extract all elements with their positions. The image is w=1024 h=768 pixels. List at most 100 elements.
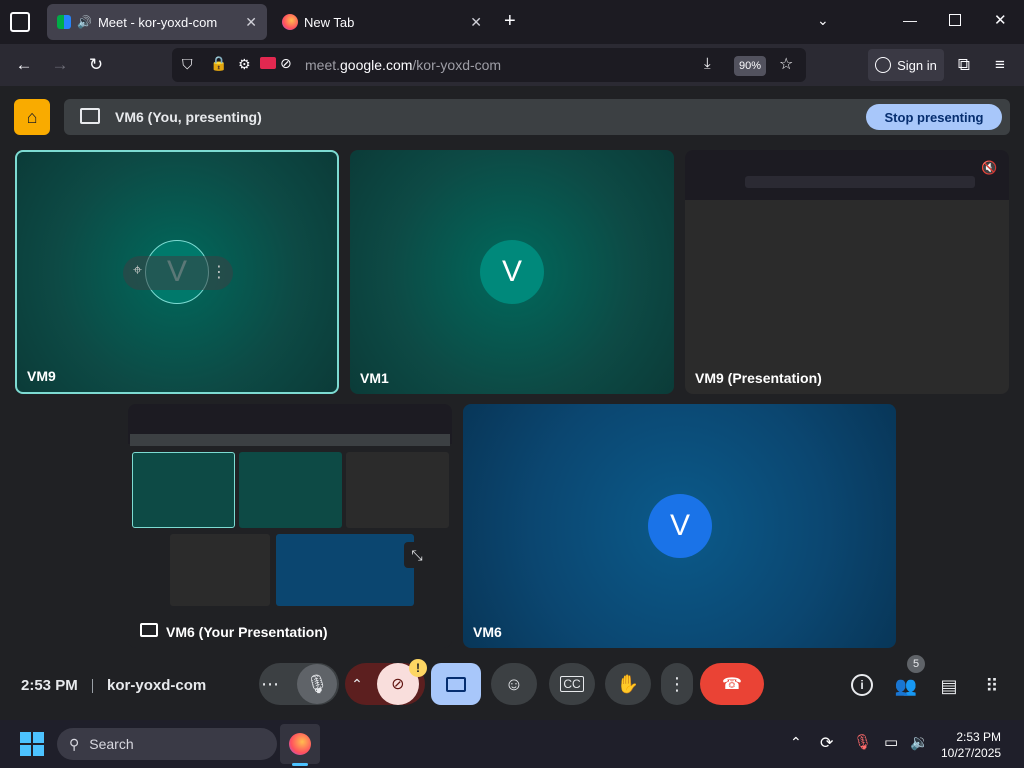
meet-logo-icon: ⌂ <box>14 99 50 135</box>
system-clock[interactable]: 2:53 PM 10/27/2025 <box>941 729 1001 761</box>
present-screen-icon <box>446 676 466 692</box>
search-icon: ⚲ <box>69 735 80 752</box>
thumb-tile <box>132 452 235 528</box>
mic-icon[interactable]: 🎙 <box>297 664 337 704</box>
tray-chevron-up-icon[interactable]: ⌃ <box>790 734 802 751</box>
shield-icon[interactable]: ⛉ <box>182 56 193 73</box>
close-window-icon[interactable]: ✕ <box>994 11 1007 29</box>
expand-icon[interactable]: ⤡ <box>404 542 430 568</box>
taskbar: ⚲ Search ⌃ ⟳ 🎙 ▭ 🔉 2:53 PM 10/27/2025 <box>0 720 1024 768</box>
reload-icon[interactable]: ↻ <box>82 52 110 78</box>
meet-favicon <box>57 15 71 29</box>
thumb-tile <box>170 534 270 606</box>
tile-name: VM6 (Your Presentation) <box>166 624 328 640</box>
end-call-icon: ☎ <box>722 676 742 693</box>
save-page-icon[interactable]: ⤓ <box>704 55 711 72</box>
hand-icon: ✋ <box>616 673 640 694</box>
emoji-icon: ☺ <box>504 673 524 694</box>
firefox-icon <box>282 14 298 30</box>
presentation-thumbnail-bar <box>745 176 975 188</box>
activities-icon[interactable]: ⠿ <box>980 674 1004 698</box>
presenting-text: VM6 (You, presenting) <box>115 109 262 125</box>
mic-blocked-icon[interactable]: ⊘ <box>280 55 292 72</box>
tile-name: VM6 <box>473 624 502 640</box>
tab-meet[interactable]: 🔊 Meet - kor-yoxd-com ✕ <box>47 4 267 40</box>
chevron-up-icon[interactable]: ⌃ <box>351 676 363 693</box>
presentation-tile-vm6[interactable]: ⤡ VM6 (Your Presentation) <box>128 404 452 648</box>
more-options-icon[interactable]: ⋮ <box>211 262 227 282</box>
active-app-indicator <box>292 763 308 766</box>
avatar: V <box>480 240 544 304</box>
thumb-bar <box>130 434 450 446</box>
tab-list-icon[interactable] <box>10 12 30 32</box>
meeting-info-text: 2:53 PM kor-yoxd-com <box>21 677 207 694</box>
participant-count-badge: 5 <box>907 655 925 673</box>
account-icon <box>875 57 892 73</box>
stop-presenting-button[interactable]: Stop presenting <box>866 104 1002 130</box>
bookmark-star-icon[interactable]: ☆ <box>779 54 793 74</box>
more-audio-icon[interactable]: ⋯ <box>261 674 279 695</box>
thumb-tile <box>346 452 449 528</box>
lock-icon[interactable]: 🔒 <box>210 55 227 72</box>
meet-app: ⌂ VM6 (You, presenting) Stop presenting … <box>0 86 1024 720</box>
tile-name: VM9 <box>27 368 56 384</box>
minimize-icon[interactable]: — <box>903 12 917 28</box>
nav-bar: ← → ↻ ⛉ 🔒 ⚙ ⊘ meet.google.com/kor-yoxd-c… <box>0 44 1024 86</box>
network-icon[interactable]: ▭ <box>884 733 898 751</box>
url-text[interactable]: meet.google.com/kor-yoxd-com <box>305 57 501 73</box>
forward-icon[interactable]: → <box>46 52 74 78</box>
muted-icon: 🔇 <box>981 160 998 175</box>
url-bar[interactable]: ⛉ 🔒 ⚙ ⊘ meet.google.com/kor-yoxd-com ⤓ 9… <box>172 48 806 82</box>
tile-name: VM1 <box>360 370 389 386</box>
present-screen-icon <box>140 623 158 637</box>
leave-call-button[interactable]: ☎ <box>700 663 764 705</box>
more-options-button[interactable]: ⋮ <box>661 663 693 705</box>
people-icon[interactable]: 👥 <box>894 674 918 698</box>
info-icon[interactable]: i <box>851 674 873 696</box>
tile-name: VM9 (Presentation) <box>695 370 822 386</box>
extensions-icon[interactable]: ⧉ <box>950 52 978 78</box>
tab-bar: 🔊 Meet - kor-yoxd-com ✕ New Tab ✕ + ⌄ — … <box>0 0 1024 44</box>
captions-button[interactable]: CC <box>549 663 595 705</box>
presentation-tile-vm9[interactable]: 🔇 VM9 (Presentation) <box>685 150 1009 394</box>
firefox-taskbar-icon[interactable] <box>280 724 320 764</box>
microphone-tray-icon[interactable]: 🎙 <box>853 733 872 751</box>
camera-warning-badge: ! <box>409 659 427 677</box>
tab-title: New Tab <box>304 14 355 30</box>
presenting-bar: VM6 (You, presenting) Stop presenting <box>64 99 1010 135</box>
chevron-down-icon[interactable]: ⌄ <box>817 12 829 29</box>
thumb-tile <box>239 452 342 528</box>
taskbar-search[interactable]: ⚲ Search <box>57 728 277 760</box>
maximize-icon[interactable] <box>949 14 961 26</box>
back-icon[interactable]: ← <box>10 52 38 78</box>
chat-icon[interactable]: ▤ <box>937 674 961 698</box>
participant-tile-vm6[interactable]: V VM6 <box>463 404 896 648</box>
thumb-tile <box>276 534 414 606</box>
close-icon[interactable]: ✕ <box>245 14 257 31</box>
sign-in-button[interactable]: Sign in <box>868 49 944 81</box>
windows-start-icon[interactable] <box>20 732 44 756</box>
present-screen-icon <box>80 108 100 124</box>
raise-hand-button[interactable]: ✋ <box>605 663 651 705</box>
present-button[interactable] <box>431 663 481 705</box>
reactions-button[interactable]: ☺ <box>491 663 537 705</box>
divider <box>91 679 93 694</box>
new-tab-icon[interactable]: + <box>504 10 516 33</box>
menu-icon[interactable]: ≡ <box>986 52 1014 78</box>
pin-icon[interactable]: ⌖ <box>133 262 142 280</box>
permissions-icon[interactable]: ⚙ <box>238 56 251 73</box>
mic-button-group[interactable]: ⋯ 🎙 <box>259 663 339 705</box>
captions-icon: CC <box>560 676 584 692</box>
tab-new[interactable]: New Tab ✕ <box>272 4 492 40</box>
volume-icon[interactable]: 🔉 <box>910 733 929 751</box>
screen-share-indicator-icon[interactable] <box>260 57 276 69</box>
avatar: V <box>648 494 712 558</box>
participant-tile-vm1[interactable]: V VM1 <box>350 150 674 394</box>
tab-title: Meet - kor-yoxd-com <box>97 14 218 30</box>
participant-tile-vm9[interactable]: V ⌖ ⋮ VM9 <box>15 150 339 394</box>
more-options-icon: ⋮ <box>668 673 686 694</box>
zoom-level[interactable]: 90% <box>734 56 766 76</box>
sync-icon[interactable]: ⟳ <box>820 733 833 753</box>
close-icon[interactable]: ✕ <box>470 14 482 31</box>
speaker-icon: 🔊 <box>77 15 92 29</box>
